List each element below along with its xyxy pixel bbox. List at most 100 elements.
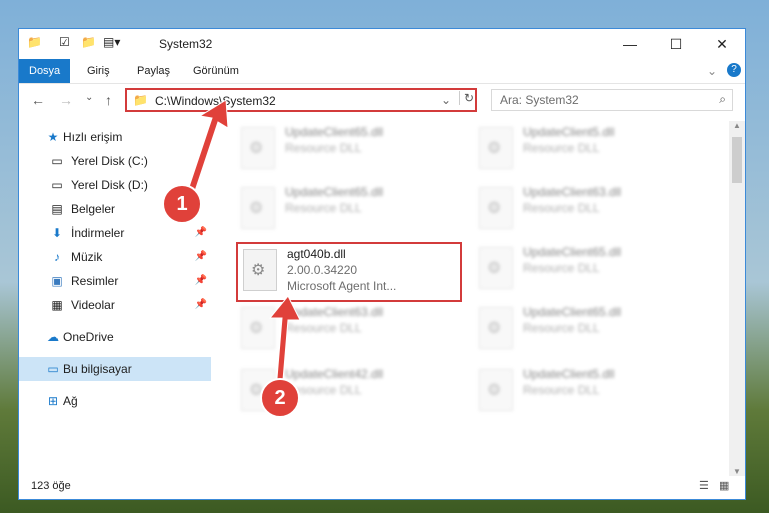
documents-icon: ▤ [51, 202, 63, 216]
file-name: UpdateClient65.dll [523, 245, 622, 259]
properties-icon[interactable]: ☑ [59, 35, 70, 49]
close-button[interactable]: ✕ [699, 29, 745, 59]
nav-label: Belgeler [71, 202, 116, 216]
nav-videos[interactable]: ▦ Videolar 📌 [19, 293, 211, 317]
help-icon[interactable]: ? [727, 63, 741, 77]
file-type: Resource DLL [523, 261, 600, 275]
nav-pictures[interactable]: ▣ Resimler 📌 [19, 269, 211, 293]
file-type: Resource DLL [285, 201, 362, 215]
search-input[interactable]: Ara: System32 ⌕ [491, 89, 733, 111]
file-type: Resource DLL [523, 201, 600, 215]
details-view-icon[interactable]: ☰ [699, 479, 709, 492]
network-icon: ⊞ [47, 394, 59, 408]
folder-icon[interactable]: 📁 [27, 35, 42, 49]
dll-file-icon [479, 369, 513, 411]
customize-toolbar-icon[interactable]: ▤▾ [103, 35, 120, 49]
dll-file-icon [241, 307, 275, 349]
file-name: UpdateClient65.dll [285, 185, 384, 199]
address-bar[interactable]: 📁 C:\Windows\System32 ⌄ ↻ [125, 88, 477, 112]
scroll-up-icon[interactable]: ▲ [733, 121, 741, 130]
drive-icon: ▭ [51, 178, 63, 192]
large-icons-view-icon[interactable]: ▦ [719, 479, 729, 492]
folder-icon: 📁 [133, 93, 148, 107]
dll-file-icon [479, 127, 513, 169]
nav-network[interactable]: ⊞ Ağ [19, 389, 211, 413]
tab-giris[interactable]: Giriş [77, 59, 120, 83]
nav-music[interactable]: ♪ Müzik 📌 [19, 245, 211, 269]
file-item[interactable]: UpdateClient63.dll Resource DLL [235, 303, 455, 353]
up-icon[interactable]: ↑ [105, 92, 112, 108]
computer-icon: ▭ [47, 362, 59, 376]
file-name: UpdateClient63.dll [285, 305, 384, 319]
refresh-icon[interactable]: ↻ [459, 91, 474, 105]
nav-label: Yerel Disk (C:) [71, 154, 148, 168]
dropdown-icon[interactable]: ⌄ [441, 93, 451, 107]
minimize-button[interactable]: — [607, 29, 653, 59]
title-bar: 📁 ☑ 📁 ▤▾ System32 — ☐ ✕ [19, 29, 745, 59]
nav-label: Resimler [71, 274, 119, 288]
scrollbar-thumb[interactable] [732, 137, 742, 183]
nav-label: Videolar [71, 298, 115, 312]
item-count: 123 öğe [31, 480, 71, 492]
tab-dosya[interactable]: Dosya [19, 59, 71, 83]
file-item[interactable]: UpdateClient65.dll Resource DLL [473, 243, 693, 293]
file-name: UpdateClient65.dll [285, 125, 384, 139]
maximize-button[interactable]: ☐ [653, 29, 699, 59]
nav-label: Yerel Disk (D:) [71, 178, 148, 192]
nav-local-disk-c[interactable]: ▭ Yerel Disk (C:) [19, 149, 211, 173]
tab-paylas[interactable]: Paylaş [127, 59, 180, 83]
navigation-pane: ★ Hızlı erişim ▭ Yerel Disk (C:) ▭ Yerel… [19, 121, 213, 476]
search-placeholder: Ara: System32 [500, 93, 579, 107]
download-icon: ⬇ [51, 226, 63, 240]
file-type: Resource DLL [523, 383, 600, 397]
recent-locations-icon[interactable]: ⌄ [85, 92, 93, 103]
highlight-box-file [236, 242, 462, 302]
dll-file-icon [241, 127, 275, 169]
pin-icon[interactable]: 📌 [195, 293, 207, 317]
nav-quick-access[interactable]: ★ Hızlı erişim [19, 125, 211, 149]
file-item[interactable]: UpdateClient65.dll Resource DLL [235, 183, 455, 233]
videos-icon: ▦ [51, 298, 63, 312]
file-item[interactable]: UpdateClient5.dll Resource DLL [473, 365, 693, 415]
nav-label: Bu bilgisayar [63, 362, 132, 376]
file-item[interactable]: UpdateClient65.dll Resource DLL [473, 303, 693, 353]
file-item[interactable]: UpdateClient5.dll Resource DLL [473, 123, 693, 173]
ribbon: Dosya Giriş Paylaş Görünüm ⌄ ? [19, 59, 745, 84]
file-name: UpdateClient42.dll [285, 367, 384, 381]
search-icon: ⌕ [719, 92, 726, 106]
file-item[interactable]: UpdateClient63.dll Resource DLL [473, 183, 693, 233]
new-folder-icon[interactable]: 📁 [81, 35, 96, 49]
forward-icon[interactable]: → [59, 92, 73, 108]
navigation-bar: ← → ⌄ ↑ 📁 C:\Windows\System32 ⌄ ↻ Ara: S… [19, 84, 745, 118]
music-icon: ♪ [54, 250, 60, 264]
file-name: UpdateClient5.dll [523, 125, 615, 139]
drive-icon: ▭ [51, 154, 63, 168]
file-type: Resource DLL [523, 321, 600, 335]
nav-label: İndirmeler [71, 226, 125, 240]
nav-onedrive[interactable]: ☁ OneDrive [19, 325, 211, 349]
file-item[interactable]: UpdateClient65.dll Resource DLL [235, 123, 455, 173]
dll-file-icon [241, 187, 275, 229]
nav-downloads[interactable]: ⬇ İndirmeler 📌 [19, 221, 211, 245]
nav-label: Ağ [63, 394, 78, 408]
pin-icon[interactable]: 📌 [195, 269, 207, 293]
nav-this-pc[interactable]: ▭ Bu bilgisayar [19, 357, 211, 381]
window-title: System32 [159, 37, 213, 51]
dll-file-icon [479, 247, 513, 289]
scroll-down-icon[interactable]: ▼ [733, 467, 741, 476]
file-name: UpdateClient65.dll [523, 305, 622, 319]
expand-ribbon-icon[interactable]: ⌄ [707, 64, 717, 78]
file-name: UpdateClient63.dll [523, 185, 622, 199]
file-name: UpdateClient5.dll [523, 367, 615, 381]
star-icon: ★ [47, 130, 59, 144]
tab-gorunum[interactable]: Görünüm [183, 59, 249, 83]
step-badge-1: 1 [162, 184, 202, 224]
back-icon[interactable]: ← [31, 92, 45, 108]
address-path: C:\Windows\System32 [155, 94, 276, 108]
file-type: Resource DLL [285, 321, 362, 335]
step-badge-2: 2 [260, 378, 300, 418]
vertical-scrollbar[interactable]: ▲ ▼ [729, 121, 745, 476]
pin-icon[interactable]: 📌 [195, 245, 207, 269]
nav-label: Hızlı erişim [63, 130, 123, 144]
pin-icon[interactable]: 📌 [195, 221, 207, 245]
